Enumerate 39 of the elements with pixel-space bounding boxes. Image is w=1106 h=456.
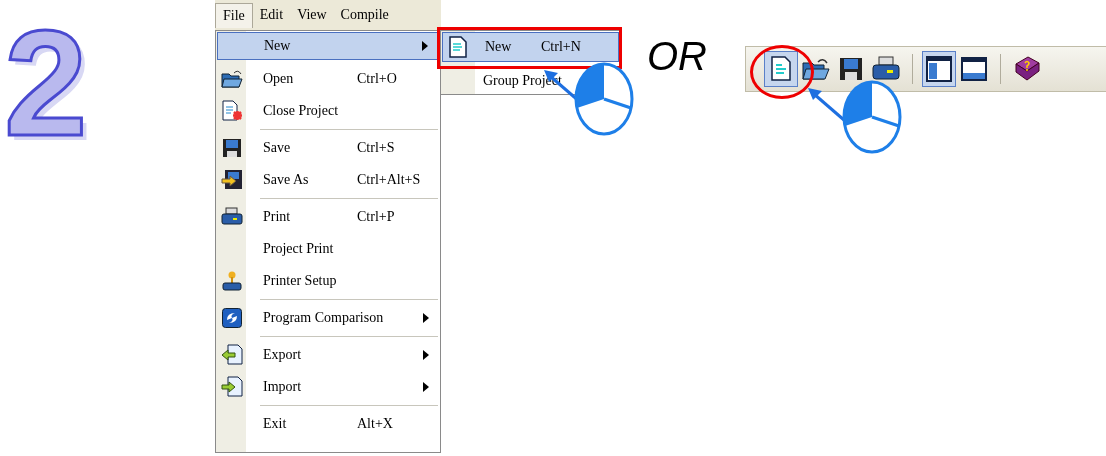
folder-icon (221, 69, 243, 89)
menu-item[interactable]: Print Ctrl+P (217, 201, 439, 233)
floppy-arrow-icon (221, 169, 243, 191)
pie-cursor-icon (842, 80, 902, 154)
printer-icon (221, 207, 243, 227)
menu-bar-item[interactable]: View (290, 3, 334, 27)
swirl-icon (222, 308, 242, 328)
document-right-arrow-icon (221, 376, 243, 398)
toolbar-button[interactable] (764, 51, 798, 87)
menu-item[interactable]: New Ctrl+N (442, 32, 619, 62)
menu-item[interactable]: Program Comparison (217, 302, 439, 334)
menu-bar-item[interactable]: Compile (333, 3, 396, 27)
toolbar-button[interactable] (922, 51, 956, 87)
menu-item[interactable]: Import (217, 371, 439, 403)
menu-bar-item[interactable]: File (215, 2, 253, 28)
or-label: OR (647, 34, 708, 79)
pie-cursor-icon (574, 62, 634, 136)
step-number: 2 (4, 8, 89, 158)
window-icon (961, 57, 987, 81)
menu-item[interactable]: Close Project (217, 95, 439, 127)
menu-item[interactable]: Export (217, 339, 439, 371)
document-icon (770, 56, 792, 82)
window-layout-icon (926, 56, 952, 82)
help-book-icon (1013, 56, 1041, 82)
menu-item[interactable]: Save Ctrl+S (217, 132, 439, 164)
menu-item[interactable]: Project Print (217, 233, 439, 265)
folder-icon (802, 57, 830, 81)
menu-item[interactable]: Exit Alt+X (217, 408, 439, 440)
document-cross-icon (221, 100, 243, 122)
menu-item[interactable]: Printer Setup (217, 265, 439, 297)
printer-setup-icon (222, 270, 242, 292)
menu-item[interactable]: New (217, 32, 439, 60)
document-icon (449, 36, 467, 58)
menu-bar-item[interactable]: Edit (252, 3, 291, 27)
document-left-arrow-icon (221, 344, 243, 366)
menu-item[interactable]: Open Ctrl+O (217, 63, 439, 95)
printer-icon (872, 56, 900, 82)
pointer-arrow (806, 86, 846, 122)
menu-item[interactable]: Save As Ctrl+Alt+S (217, 164, 439, 196)
